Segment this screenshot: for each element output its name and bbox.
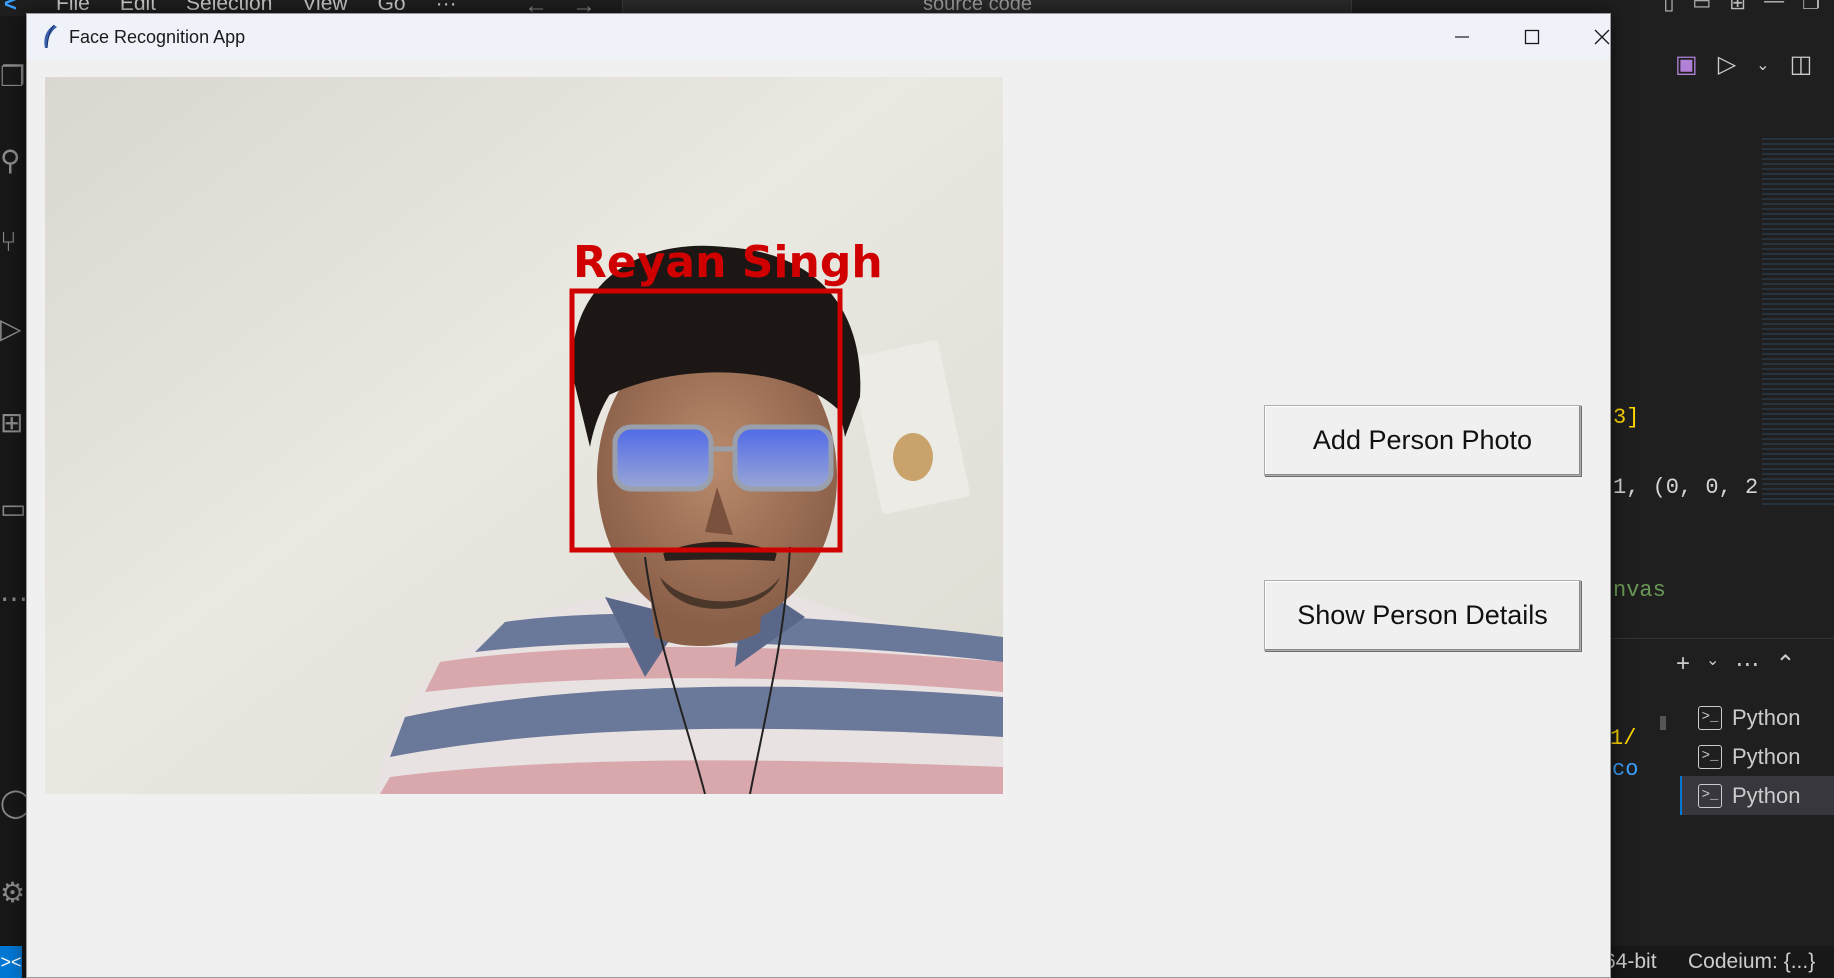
split-editor-icon[interactable]: ◫: [1790, 50, 1813, 79]
terminal-fragment: co: [1612, 757, 1639, 782]
window-titlebar[interactable]: Face Recognition App: [27, 14, 1610, 60]
editor-toolbar: ▣ ▷ ⌄ ◫: [1675, 50, 1812, 79]
show-person-details-button[interactable]: Show Person Details: [1264, 580, 1581, 651]
layout-sidebar-icon[interactable]: ▭: [1692, 0, 1711, 15]
terminal-fragment: 1/: [1610, 726, 1637, 751]
chevron-up-icon[interactable]: ⌃: [1775, 650, 1795, 679]
detected-person-name: Reyan Singh: [573, 237, 883, 288]
minimap[interactable]: [1762, 138, 1834, 508]
codeium-status[interactable]: Codeium: {...}: [1688, 950, 1815, 974]
remote-indicator-icon[interactable]: ><: [0, 946, 22, 978]
terminal-icon: >_: [1698, 705, 1722, 730]
terminal-label: Python: [1732, 704, 1801, 730]
layout-customize-icon[interactable]: ⊞: [1729, 0, 1746, 15]
layout-controls[interactable]: ▯ ▭ ⊞ — ❐: [1663, 0, 1834, 15]
tk-feather-icon: [44, 24, 57, 49]
terminal-item-active[interactable]: >_ Python: [1680, 776, 1834, 815]
terminal-item[interactable]: >_ Python: [1680, 698, 1834, 737]
terminal-label: Python: [1732, 782, 1801, 808]
terminal-list: >_ Python >_ Python >_ Python: [1680, 698, 1834, 815]
code-fragment: nvas: [1613, 578, 1666, 603]
search-icon[interactable]: ⚲: [0, 144, 28, 184]
terminal-icon: >_: [1698, 744, 1722, 769]
terminal-label: Python: [1732, 743, 1801, 769]
account-icon[interactable]: ◯: [0, 786, 31, 826]
settings-gear-icon[interactable]: ⚙: [0, 876, 28, 916]
more-views-icon[interactable]: ⋯: [0, 582, 28, 622]
minimize-button[interactable]: [1427, 14, 1497, 60]
terminal-item[interactable]: >_ Python: [1680, 737, 1834, 776]
source-control-icon[interactable]: ⑂: [0, 226, 28, 266]
terminal-icon: >_: [1698, 783, 1722, 808]
add-person-photo-button[interactable]: Add Person Photo: [1264, 405, 1581, 476]
more-actions-icon[interactable]: ⋯: [1735, 650, 1759, 679]
maximize-icon: [1524, 29, 1540, 45]
code-fragment: 3]: [1613, 405, 1640, 430]
window-restore-icon[interactable]: ❐: [1802, 0, 1820, 15]
minimize-icon: [1455, 36, 1469, 38]
window-minimize-icon[interactable]: —: [1764, 0, 1784, 15]
window-title: Face Recognition App: [69, 27, 246, 47]
explorer-icon[interactable]: ❐: [0, 60, 28, 100]
layout-panel-icon[interactable]: ▯: [1663, 0, 1674, 15]
code-fragment-text: 1, (0, 0, 2: [1613, 475, 1759, 500]
chevron-down-icon[interactable]: ⌄: [1706, 650, 1719, 679]
webcam-video-feed: Reyan Singh: [45, 77, 1003, 794]
image-preview-icon[interactable]: ▣: [1675, 50, 1698, 79]
close-button[interactable]: [1567, 14, 1637, 60]
terminal-panel-actions: + ⌄ ⋯ ⌃: [1676, 650, 1796, 679]
face-recognition-window: Face Recognition App Reyan Singh Add Per…: [26, 13, 1611, 978]
activity-bar: ❐ ⚲ ⑂ ▷ ⊞ ▭ ⋯ ◯ ⚙: [0, 16, 31, 946]
remote-explorer-icon[interactable]: ▭: [0, 492, 28, 532]
extensions-icon[interactable]: ⊞: [0, 406, 28, 446]
chevron-down-icon[interactable]: ⌄: [1756, 55, 1769, 75]
run-debug-icon[interactable]: ▷: [0, 312, 28, 352]
terminal-scrollbar[interactable]: [1660, 716, 1666, 730]
panel-divider: [1610, 638, 1834, 639]
run-icon[interactable]: ▷: [1718, 50, 1736, 79]
vscode-logo-icon: <: [4, 0, 17, 16]
maximize-button[interactable]: [1497, 14, 1567, 60]
webcam-frame-image: Reyan Singh: [45, 77, 1003, 794]
interpreter-status[interactable]: 64-bit: [1604, 950, 1657, 974]
close-icon: [1594, 29, 1610, 45]
code-fragment: 1, (0, 0, 2: [1613, 475, 1758, 500]
new-terminal-icon[interactable]: +: [1676, 650, 1690, 679]
